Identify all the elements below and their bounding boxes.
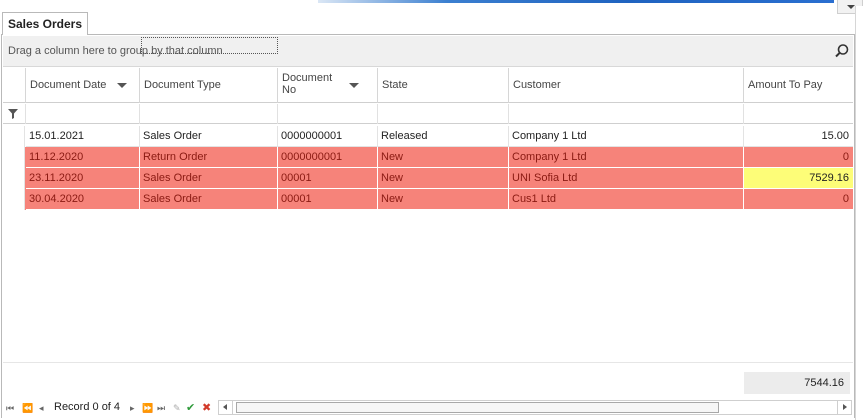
- cell-amount-to-pay[interactable]: 7529.16: [744, 168, 853, 189]
- filter-cell-document-type[interactable]: [140, 104, 278, 124]
- row-indicator[interactable]: [3, 189, 25, 210]
- prev-page-icon[interactable]: ⏪: [22, 402, 33, 414]
- last-record-icon[interactable]: ⏭: [157, 402, 165, 414]
- cell-document-no[interactable]: 0000000001: [278, 126, 378, 147]
- search-icon[interactable]: [834, 43, 850, 59]
- cell-document-type[interactable]: Sales Order: [140, 189, 278, 210]
- column-header-label: Document Date: [30, 79, 107, 91]
- amount-total-summary: 7544.16: [744, 372, 850, 394]
- table-row[interactable]: 23.11.2020 Sales Order 00001 New UNI Sof…: [3, 168, 853, 189]
- cell-amount-to-pay[interactable]: 0: [744, 147, 853, 168]
- cell-customer[interactable]: UNI Sofia Ltd: [509, 168, 744, 189]
- scrollbar-thumb[interactable]: [236, 402, 719, 413]
- cell-document-no[interactable]: 0000000001: [278, 147, 378, 168]
- next-record-icon[interactable]: ▸: [130, 402, 135, 414]
- cell-amount-to-pay[interactable]: 0: [744, 189, 853, 210]
- cell-document-date[interactable]: 30.04.2020: [26, 189, 140, 210]
- cell-document-no[interactable]: 00001: [278, 189, 378, 210]
- column-header-document-date[interactable]: Document Date: [26, 68, 140, 103]
- filter-cell-amount-to-pay[interactable]: [744, 104, 853, 124]
- table-row[interactable]: 11.12.2020 Return Order 0000000001 New C…: [3, 147, 853, 168]
- right-edge: [855, 6, 867, 420]
- column-header-label: Customer: [513, 79, 561, 91]
- cancel-x-icon[interactable]: ✖: [202, 402, 211, 414]
- cell-document-date[interactable]: 15.01.2021: [26, 126, 140, 147]
- window-accent-bar: [318, 0, 834, 3]
- filter-cell-state[interactable]: [378, 104, 509, 124]
- filter-cell-customer[interactable]: [509, 104, 744, 124]
- column-header-document-no[interactable]: Document No: [278, 68, 378, 103]
- cell-state[interactable]: New: [378, 189, 509, 210]
- table-row[interactable]: 30.04.2020 Sales Order 00001 New Cus1 Lt…: [3, 189, 853, 210]
- horizontal-scrollbar[interactable]: [218, 400, 852, 415]
- save-check-icon[interactable]: ✔: [186, 402, 195, 414]
- prev-record-icon[interactable]: ◂: [39, 402, 44, 414]
- cell-document-type[interactable]: Return Order: [140, 147, 278, 168]
- column-header-label: Document No: [282, 72, 333, 96]
- column-header-label: State: [382, 79, 408, 91]
- filter-icon: [8, 109, 18, 119]
- column-header-customer[interactable]: Customer: [509, 68, 744, 103]
- cell-state[interactable]: New: [378, 168, 509, 189]
- sort-descending-icon[interactable]: [117, 83, 127, 88]
- sort-descending-icon[interactable]: [349, 83, 359, 88]
- row-indicator[interactable]: [3, 147, 25, 168]
- sales-orders-grid: Drag a column here to group by that colu…: [1, 34, 855, 418]
- column-header-document-type[interactable]: Document Type: [140, 68, 278, 103]
- filter-row-indicator: [3, 104, 26, 124]
- column-header-amount-to-pay[interactable]: Amount To Pay: [744, 68, 853, 103]
- cell-document-date[interactable]: 11.12.2020: [26, 147, 140, 168]
- edit-icon[interactable]: ✎: [173, 402, 181, 414]
- next-page-icon[interactable]: ⏩: [142, 402, 153, 414]
- cell-customer[interactable]: Cus1 Ltd: [509, 189, 744, 210]
- column-header-label: Document Type: [144, 79, 221, 91]
- data-navigator: ⏮ ⏪ ◂ Record 0 of 4 ▸ ⏩ ⏭ ✎ ✔ ✖: [2, 398, 854, 418]
- cell-state[interactable]: New: [378, 147, 509, 168]
- cell-document-type[interactable]: Sales Order: [140, 168, 278, 189]
- first-record-icon[interactable]: ⏮: [6, 402, 14, 414]
- cell-customer[interactable]: Company 1 Ltd: [509, 147, 744, 168]
- cell-document-type[interactable]: Sales Order: [140, 126, 278, 147]
- column-header-label: Amount To Pay: [748, 79, 823, 91]
- cell-amount-to-pay[interactable]: 15.00: [744, 126, 853, 147]
- filter-cell-document-date[interactable]: [26, 104, 140, 124]
- cell-document-date[interactable]: 23.11.2020: [26, 168, 140, 189]
- scroll-left-icon[interactable]: [219, 401, 233, 414]
- column-header-row: Document Date Document Type Document No …: [3, 68, 853, 103]
- footer-divider: [3, 362, 853, 363]
- scroll-right-icon[interactable]: [837, 401, 851, 414]
- row-indicator[interactable]: [3, 126, 25, 147]
- table-row[interactable]: 15.01.2021 Sales Order 0000000001 Releas…: [3, 126, 853, 147]
- column-header-state[interactable]: State: [378, 68, 509, 103]
- auto-filter-row: [3, 104, 853, 124]
- tab-sales-orders[interactable]: Sales Orders: [2, 12, 88, 35]
- cell-state[interactable]: Released: [378, 126, 509, 147]
- group-by-panel[interactable]: Drag a column here to group by that colu…: [3, 36, 853, 67]
- cell-document-no[interactable]: 00001: [278, 168, 378, 189]
- focused-filter-cell[interactable]: [141, 37, 278, 54]
- record-position: Record 0 of 4: [54, 401, 121, 413]
- header-indicator-cell: [3, 68, 26, 103]
- cell-customer[interactable]: Company 1 Ltd: [509, 126, 744, 147]
- row-indicator[interactable]: [3, 168, 25, 189]
- filter-cell-document-no[interactable]: [278, 104, 378, 124]
